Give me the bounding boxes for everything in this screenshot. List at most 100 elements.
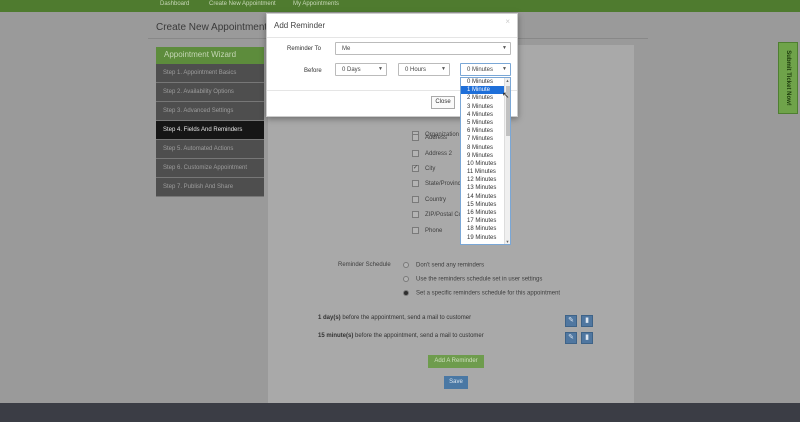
before-label: Before [304,68,322,74]
reminder-to-select[interactable]: Me ▼ [335,42,511,55]
reminder-to-label: Reminder To [287,46,321,52]
nav-my-appointments-link[interactable]: My Appointments [293,1,339,7]
minutes-option[interactable]: 9 Minutes [461,152,510,160]
minutes-option[interactable]: 3 Minutes [461,103,510,111]
mouse-cursor-icon: ↖ [502,90,510,100]
checkbox[interactable] [412,227,419,234]
wizard-step-4[interactable]: Step 4. Fields And Reminders [156,121,264,140]
page-title: Create New Appointment [156,22,268,33]
minutes-options: 0 Minutes 1 Minute 2 Minutes 3 Minutes 4 Min… [461,78,510,242]
modal-title: Add Reminder [274,21,326,30]
reminder-amount: 1 day(s) [318,315,341,321]
minutes-option[interactable]: 7 Minutes [461,135,510,143]
checkbox[interactable] [412,211,419,218]
wizard-step-2[interactable]: Step 2. Availability Options [156,83,264,102]
minutes-option[interactable]: 10 Minutes [461,160,510,168]
wizard-step-7[interactable]: Step 7. Publish And Share [156,178,264,197]
submit-ticket-label: Submit Ticket Now! [785,50,791,106]
field-option[interactable]: Address [412,134,447,141]
checkbox[interactable] [412,150,419,157]
appointment-wizard-sidebar: Appointment Wizard Step 1. Appointment B… [156,47,264,197]
select-value: Me [342,46,351,52]
minutes-option[interactable]: 4 Minutes [461,111,510,119]
field-option[interactable]: State/Province [412,180,464,187]
minutes-option[interactable]: 15 Minutes [461,201,510,209]
close-icon[interactable]: × [505,17,510,26]
checkbox-checked[interactable]: ✓ [412,165,419,172]
minutes-option[interactable]: 13 Minutes [461,184,510,192]
reminder-amount: 15 minute(s) [318,333,354,339]
minutes-option[interactable]: 16 Minutes [461,209,510,217]
option-label: Set a specific reminders schedule for th… [416,290,561,297]
minutes-option[interactable]: 14 Minutes [461,193,510,201]
submit-ticket-tab[interactable]: Submit Ticket Now! [778,42,798,114]
chevron-down-icon: ▼ [378,66,383,72]
edit-icon[interactable]: ✎ [565,332,577,344]
select-value: 0 Minutes [467,67,494,73]
minutes-option[interactable]: 5 Minutes [461,119,510,127]
field-label: Phone [425,228,443,235]
reminder-text: before the appointment, send a mail to c… [353,333,484,339]
minutes-option[interactable]: 8 Minutes [461,144,510,152]
dropdown-scrollbar[interactable]: ▲ ▼ [504,78,510,244]
radio-button[interactable] [403,262,409,268]
nav-create-appointment-link[interactable]: Create New Appointment [209,1,276,7]
scroll-up-icon[interactable]: ▲ [505,78,510,83]
reminder-row: 1 day(s) before the appointment, send a … [318,315,471,321]
add-reminder-button[interactable]: Add A Reminder [428,355,484,368]
schedule-option-specific[interactable]: Set a specific reminders schedule for th… [403,290,560,297]
minutes-option[interactable]: 0 Minutes [461,78,510,86]
reminder-row: 15 minute(s) before the appointment, sen… [318,333,484,339]
field-option[interactable]: Country [412,196,446,203]
minutes-option[interactable]: 17 Minutes [461,217,510,225]
nav-dashboard-link[interactable]: Dashboard [160,1,189,7]
radio-button-selected[interactable] [403,290,409,296]
minutes-option[interactable]: 19 Minutes [461,234,510,242]
field-label: City [425,166,436,173]
field-option[interactable]: ✓ City [412,165,435,172]
wizard-step-6[interactable]: Step 6. Customize Appointment [156,159,264,178]
minutes-option[interactable]: 11 Minutes [461,168,510,176]
field-option[interactable]: Phone [412,227,442,234]
field-label: Address 2 [425,151,453,158]
minutes-option[interactable]: 12 Minutes [461,176,510,184]
radio-button[interactable] [403,276,409,282]
minutes-option[interactable]: 6 Minutes [461,127,510,135]
select-value: 0 Days [342,67,361,73]
wizard-step-3[interactable]: Step 3. Advanced Settings [156,102,264,121]
scroll-down-icon[interactable]: ▼ [505,239,510,244]
minutes-select[interactable]: 0 Minutes ▼ [460,63,511,76]
close-button[interactable]: Close [431,96,455,109]
taskbar [0,403,800,422]
wizard-step-5[interactable]: Step 5. Automated Actions [156,140,264,159]
schedule-option-user-settings[interactable]: Use the reminders schedule set in user s… [403,276,542,283]
checkbox[interactable] [412,180,419,187]
divider [267,37,517,38]
option-label: Use the reminders schedule set in user s… [416,276,543,283]
field-option[interactable]: Address 2 [412,150,452,157]
option-label: Don't send any reminders [416,262,485,269]
wizard-step-1[interactable]: Step 1. Appointment Basics [156,64,264,83]
days-select[interactable]: 0 Days ▼ [335,63,387,76]
save-button[interactable]: Save [444,376,468,389]
reminder-text: before the appointment, send a mail to c… [340,315,472,321]
delete-icon[interactable]: ▮ [581,332,593,344]
field-label: Country [425,197,447,204]
reminder-schedule-label: Reminder Schedule [338,262,391,268]
checkbox[interactable] [412,134,419,141]
checkbox[interactable] [412,196,419,203]
wizard-title: Appointment Wizard [156,47,264,64]
chevron-down-icon: ▼ [441,66,446,72]
minutes-dropdown-list[interactable]: 0 Minutes 1 Minute 2 Minutes 3 Minutes 4 Min… [460,77,511,245]
edit-icon[interactable]: ✎ [565,315,577,327]
field-label: Address [425,135,448,142]
top-navigation: Dashboard Create New Appointment My Appo… [0,0,800,12]
chevron-down-icon: ▼ [502,66,507,72]
delete-icon[interactable]: ▮ [581,315,593,327]
select-value: 0 Hours [405,67,427,73]
schedule-option-none[interactable]: Don't send any reminders [403,262,484,269]
chevron-down-icon: ▼ [502,45,507,51]
field-label: State/Province [425,181,465,188]
hours-select[interactable]: 0 Hours ▼ [398,63,450,76]
minutes-option[interactable]: 18 Minutes [461,225,510,233]
